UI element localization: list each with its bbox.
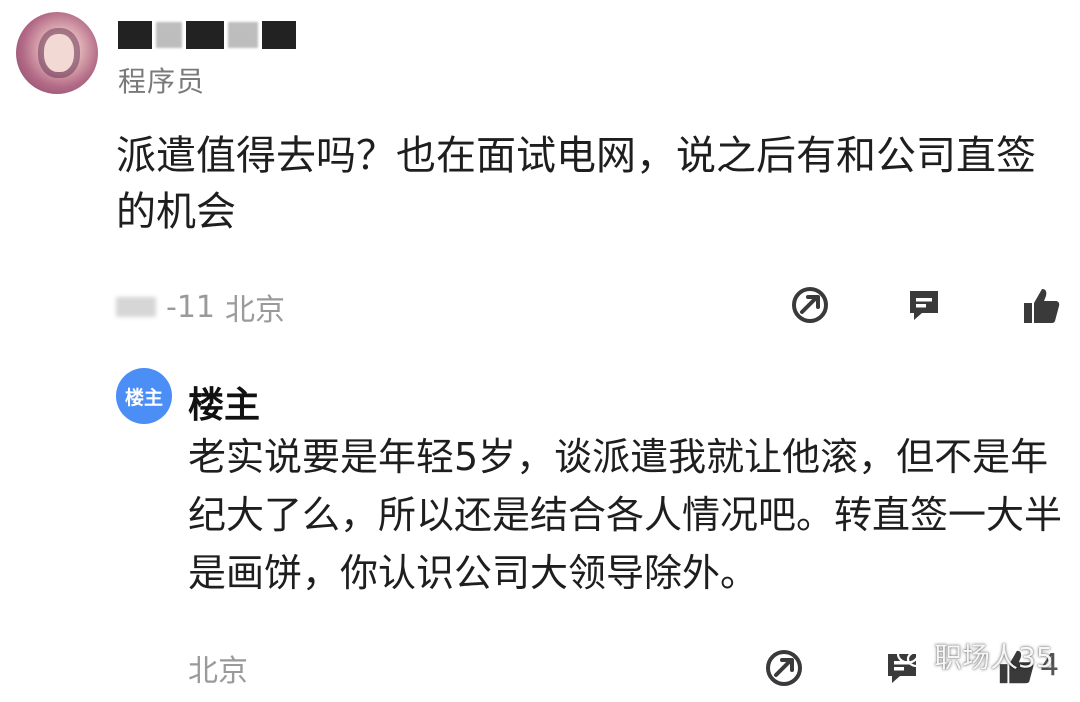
thumbs-up-icon — [1024, 289, 1060, 323]
post-date: -11 — [166, 289, 215, 325]
user-avatar[interactable] — [16, 12, 98, 94]
redacted-block — [156, 22, 182, 48]
post-meta: -11 北京 — [116, 285, 285, 329]
user-title: 程序员 — [118, 65, 206, 98]
reply-author[interactable]: 楼主 — [188, 376, 260, 428]
watermark: 职场人35 — [896, 636, 1054, 676]
like-button[interactable] — [1018, 283, 1064, 329]
post-content: 派遣值得去吗？也在面试电网，说之后有和公司直签的机会 — [116, 133, 1036, 235]
redacted-block — [262, 21, 296, 49]
wechat-icon — [896, 644, 928, 668]
redacted-block — [186, 21, 224, 49]
reply-location: 北京 — [188, 654, 248, 689]
redacted-block — [118, 21, 152, 49]
share-button[interactable] — [788, 283, 832, 327]
redacted-block — [228, 22, 258, 48]
post-location: 北京 — [225, 293, 285, 328]
reply-share-button[interactable] — [762, 646, 806, 690]
comment-icon — [910, 291, 938, 320]
reply-content: 老实说要是年轻5岁，谈派遣我就让他滚，但不是年纪大了么，所以还是结合各人情况吧。… — [188, 435, 1063, 595]
redacted-date — [116, 297, 156, 317]
watermark-text: 职场人35 — [934, 641, 1054, 674]
comment-button[interactable] — [902, 283, 946, 327]
op-badge-avatar[interactable]: 楼主 — [116, 368, 172, 424]
share-icon — [792, 287, 828, 323]
username-redacted[interactable] — [118, 18, 296, 52]
avatar-face — [44, 34, 74, 72]
share-icon — [766, 650, 802, 686]
